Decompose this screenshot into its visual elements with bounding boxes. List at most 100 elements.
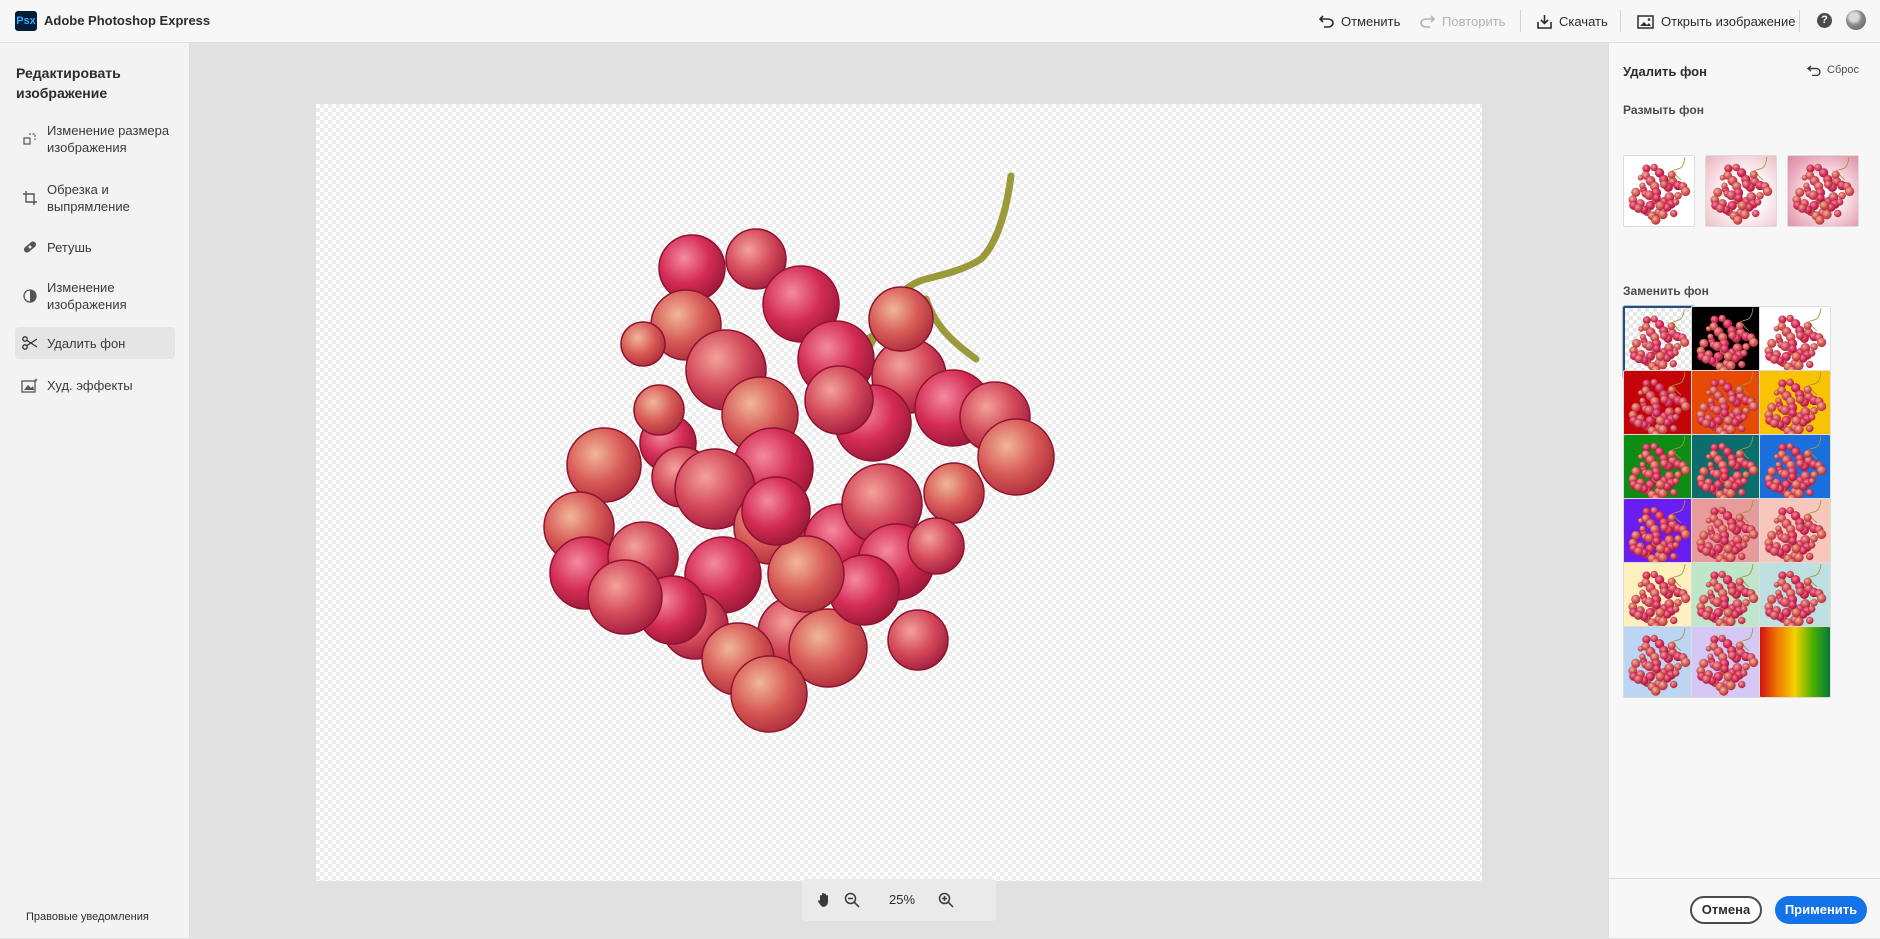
sidebar-item-retouch[interactable]: Ретушь (15, 233, 175, 261)
grapes-thumbnail (1628, 564, 1691, 632)
adjust-icon (21, 287, 39, 305)
background-option-violet[interactable] (1623, 498, 1695, 570)
toolbar-divider (1520, 10, 1521, 32)
grapes-image (543, 172, 1055, 733)
grapes-thumbnail (1696, 564, 1759, 632)
blur-option-none[interactable] (1623, 155, 1695, 227)
legal-notices-link[interactable]: Правовые уведомления (26, 911, 149, 923)
grapes-thumbnail (1696, 436, 1759, 504)
open-image-label: Открыть изображение (1661, 14, 1796, 29)
sidebar-title: Редактировать изображение (16, 65, 121, 101)
zoom-in-icon (938, 892, 954, 908)
zoom-out-icon (844, 892, 860, 908)
grapes-thumbnail (1764, 372, 1827, 440)
grapes-thumbnail (1792, 157, 1855, 225)
resize-icon (21, 130, 39, 148)
grapes-thumbnail (1628, 157, 1691, 225)
effects-icon (21, 376, 39, 394)
download-button[interactable]: Скачать (1537, 0, 1608, 43)
canvas-area: 25% (190, 43, 1608, 938)
edit-sidebar: Редактировать изображение Изменение разм… (0, 43, 190, 938)
background-option-aqua[interactable] (1759, 562, 1831, 634)
undo-button[interactable]: Отменить (1319, 0, 1400, 43)
remove-background-panel: Удалить фон Сброс Размыть фон Заменить ф… (1608, 43, 1880, 938)
sidebar-item-label: Худ. эффекты (47, 377, 133, 393)
sidebar-item-effects[interactable]: Худ. эффекты (15, 369, 175, 401)
grapes-thumbnail (1710, 157, 1773, 225)
background-option-mint[interactable] (1691, 562, 1763, 634)
image-canvas[interactable] (316, 104, 1482, 881)
reset-icon (1807, 64, 1821, 76)
sidebar-item-adjust[interactable]: Изменение изображения (15, 276, 175, 316)
grapes-thumbnail (1696, 372, 1759, 440)
avatar[interactable] (1846, 10, 1866, 30)
sidebar-item-crop[interactable]: Обрезка и выпрямление (15, 178, 175, 218)
background-option-peach[interactable] (1759, 498, 1831, 570)
grapes-thumbnail (1696, 628, 1759, 696)
cancel-button[interactable]: Отмена (1690, 896, 1762, 924)
app-logo: Psx (15, 11, 37, 31)
background-option-green[interactable] (1623, 434, 1695, 506)
grapes-thumbnail (1628, 372, 1691, 440)
reset-label: Сброс (1827, 64, 1859, 76)
sidebar-item-label: Изменение изображения (47, 280, 127, 312)
bandage-icon (21, 238, 39, 256)
sidebar-item-label: Изменение размера изображения (47, 123, 170, 155)
hand-tool-button[interactable] (810, 879, 838, 921)
background-option-orange[interactable] (1691, 370, 1763, 442)
apply-button[interactable]: Применить (1775, 896, 1867, 924)
background-option-red[interactable] (1623, 370, 1695, 442)
crop-icon (21, 189, 39, 207)
undo-label: Отменить (1341, 14, 1401, 29)
background-option-white[interactable] (1759, 306, 1831, 378)
background-option-yellow[interactable] (1759, 370, 1831, 442)
background-option-lavender[interactable] (1691, 626, 1763, 698)
redo-icon (1420, 15, 1435, 28)
top-bar: Psx Adobe Photoshop Express Отменить Пов… (0, 0, 1880, 43)
scissors-icon (21, 334, 39, 352)
download-icon (1537, 15, 1552, 29)
sidebar-item-remove-bg[interactable]: Удалить фон (15, 327, 175, 359)
grapes-thumbnail (1764, 436, 1827, 504)
background-option-pink[interactable] (1691, 498, 1763, 570)
reset-button[interactable]: Сброс (1807, 64, 1859, 76)
zoom-toolbar: 25% (802, 879, 996, 921)
zoom-in-button[interactable] (932, 879, 960, 921)
replace-section-title: Заменить фон (1623, 284, 1709, 298)
sidebar-item-label: Ретушь (47, 239, 92, 255)
grapes-thumbnail (1628, 628, 1691, 696)
grapes-thumbnail (1764, 564, 1827, 632)
open-image-button[interactable]: Открыть изображение (1637, 0, 1795, 43)
grapes-thumbnail (1696, 308, 1759, 376)
app-title: Adobe Photoshop Express (44, 13, 211, 28)
download-label: Скачать (1559, 14, 1608, 29)
background-option-teal[interactable] (1691, 434, 1763, 506)
sidebar-item-resize[interactable]: Изменение размера изображения (15, 119, 175, 159)
zoom-out-button[interactable] (838, 879, 866, 921)
undo-icon (1319, 15, 1334, 28)
help-icon[interactable]: ? (1817, 13, 1832, 28)
image-icon (1637, 14, 1654, 29)
sidebar-item-label: Удалить фон (47, 335, 126, 351)
redo-label: Повторить (1442, 14, 1506, 29)
sidebar-item-label: Обрезка и выпрямление (47, 182, 130, 214)
grapes-thumbnail (1628, 436, 1691, 504)
panel-title: Удалить фон (1623, 64, 1707, 79)
redo-button[interactable]: Повторить (1420, 0, 1505, 43)
background-option-transparent[interactable] (1623, 306, 1695, 378)
grapes-thumbnail (1628, 500, 1691, 568)
toolbar-divider (1799, 10, 1800, 32)
blur-option-light[interactable] (1705, 155, 1777, 227)
background-option-light-blue[interactable] (1623, 626, 1695, 698)
background-option-black[interactable] (1691, 306, 1763, 378)
grapes-thumbnail (1764, 500, 1827, 568)
grapes-thumbnail (1696, 500, 1759, 568)
background-option-cream[interactable] (1623, 562, 1695, 634)
blur-option-strong[interactable] (1787, 155, 1859, 227)
grapes-thumbnail (1629, 308, 1690, 375)
zoom-level: 25% (888, 892, 916, 907)
background-option-blue[interactable] (1759, 434, 1831, 506)
background-option-rainbow[interactable] (1759, 626, 1831, 698)
toolbar-divider (1620, 10, 1621, 32)
hand-icon (817, 893, 828, 908)
